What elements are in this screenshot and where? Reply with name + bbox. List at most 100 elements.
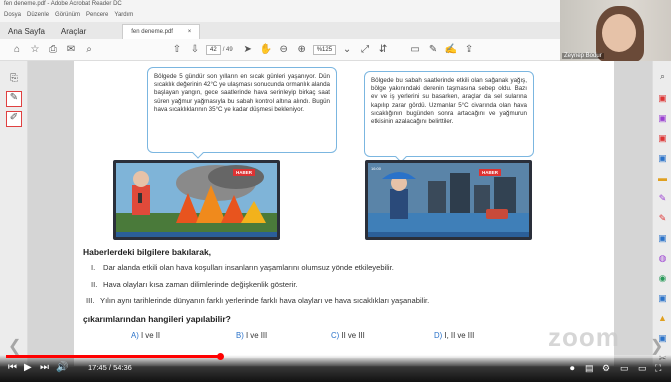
video-time: 17:45 / 54:36 bbox=[88, 363, 132, 372]
page-number-input[interactable]: 42 bbox=[206, 44, 221, 55]
pencil-icon[interactable]: ✐ bbox=[6, 111, 22, 127]
create-pdf-icon[interactable]: ▣ bbox=[657, 93, 668, 103]
statement-1: I. Dar alanda etkili olan hava koşulları … bbox=[91, 263, 394, 272]
menu-edit[interactable]: Düzenle bbox=[27, 12, 49, 20]
subtitles-icon[interactable]: ▤ bbox=[585, 362, 594, 374]
pen-icon[interactable]: ✎ bbox=[424, 44, 442, 55]
video-current-time: 17:45 bbox=[88, 363, 107, 372]
fit-page-icon[interactable]: ⤢ bbox=[356, 44, 374, 55]
prev-page-arrow-icon[interactable]: ❮ bbox=[8, 336, 21, 356]
next-video-icon[interactable]: ⏭ bbox=[40, 362, 49, 374]
main-toolbar: ⌂ ☆ ⎙ ✉ ⌕ ⇧ ⇩ 42 / 49 ➤ ✋ ⊖ ⊕ %125 ⌄ ⤢ ⇵… bbox=[0, 39, 560, 61]
participant-face bbox=[602, 14, 636, 52]
tv-news-badge-left: HABER bbox=[232, 169, 255, 176]
statement-3-number: III. bbox=[86, 296, 95, 305]
autoplay-toggle-icon[interactable]: ⏺ bbox=[570, 362, 575, 374]
statement-1-text: Dar alanda etkili olan hava koşulları in… bbox=[103, 263, 394, 272]
comment-icon[interactable]: ▭ bbox=[406, 44, 424, 55]
fullscreen-icon[interactable]: ⛶ bbox=[655, 362, 661, 374]
tab-close-icon[interactable]: × bbox=[188, 25, 192, 39]
statement-2: II. Hava olayları kısa zaman dilimlerinde… bbox=[91, 280, 298, 289]
participant-name: Zeynep Bodur bbox=[562, 53, 604, 59]
stamp-tool-icon[interactable]: ▲ bbox=[657, 313, 668, 323]
right-tool-rail: ⌕ ▣ ▣ ▣ ▣ ▬ ✎ ✎ ▣ ◍ ◉ ▣ ▲ ▣ ✂ bbox=[652, 61, 671, 366]
menu-help[interactable]: Yardım bbox=[114, 12, 133, 20]
select-cursor-icon[interactable]: ➤ bbox=[239, 44, 257, 55]
play-icon[interactable]: ▶ bbox=[24, 362, 32, 374]
tv-ticker-right bbox=[368, 232, 529, 237]
optimize-icon[interactable]: ◉ bbox=[657, 273, 668, 283]
question-stem: Haberlerdeki bilgilere bakılarak, bbox=[83, 247, 212, 257]
compare-icon[interactable]: ▣ bbox=[657, 293, 668, 303]
chevron-down-icon[interactable]: ⌄ bbox=[338, 44, 356, 55]
menu-view[interactable]: Görünüm bbox=[55, 12, 80, 20]
tv-flood-news: 16:00 HABER bbox=[365, 160, 532, 240]
option-c-letter: C) bbox=[331, 331, 340, 340]
comment-tool-icon[interactable]: ▬ bbox=[657, 173, 668, 183]
zoom-in-icon[interactable]: ⊕ bbox=[293, 44, 311, 55]
option-b-letter: B) bbox=[236, 331, 244, 340]
star-icon[interactable]: ☆ bbox=[26, 44, 44, 55]
edit-pdf-icon[interactable]: ▣ bbox=[657, 113, 668, 123]
flood-scene-illustration bbox=[368, 163, 529, 237]
statement-2-number: II. bbox=[91, 280, 98, 289]
zoom-tool-icon[interactable]: ⌕ bbox=[657, 71, 668, 81]
statement-3-text: Yılın aynı tarihlerinde dünyanın farklı … bbox=[100, 296, 430, 305]
tv-time-label: 16:00 bbox=[371, 166, 382, 171]
tab-document-label: fen deneme.pdf bbox=[131, 29, 173, 35]
option-a[interactable]: A) I ve II bbox=[131, 331, 160, 340]
menu-file[interactable]: Dosya bbox=[4, 12, 21, 20]
search-icon[interactable]: ⌕ bbox=[80, 44, 98, 55]
tv-news-badge-right: HABER bbox=[478, 169, 501, 176]
next-page-arrow-icon[interactable]: ❯ bbox=[650, 336, 663, 356]
mail-icon[interactable]: ✉ bbox=[62, 44, 80, 55]
tab-document[interactable]: fen deneme.pdf × bbox=[122, 24, 201, 39]
option-d[interactable]: D) I, II ve III bbox=[434, 331, 474, 340]
menu-window[interactable]: Pencere bbox=[86, 12, 108, 20]
volume-icon[interactable]: 🔊 bbox=[56, 362, 68, 374]
tv-fire-news: HABER bbox=[113, 160, 280, 240]
fill-sign-icon[interactable]: ✎ bbox=[657, 193, 668, 203]
protect-icon[interactable]: ✎ bbox=[657, 213, 668, 223]
window-title: fen deneme.pdf - Adobe Acrobat Reader DC bbox=[0, 0, 560, 10]
sign-icon[interactable]: ✍ bbox=[442, 44, 460, 55]
scan-icon[interactable]: ◍ bbox=[657, 253, 668, 263]
hand-icon[interactable]: ✋ bbox=[257, 44, 275, 55]
option-b-text: I ve III bbox=[245, 331, 268, 340]
question-prompt: çıkarımlarından hangileri yapılabilir? bbox=[83, 314, 231, 324]
stamp-icon[interactable]: ✎ bbox=[6, 91, 22, 107]
video-duration: 54:36 bbox=[113, 363, 132, 372]
zoom-out-icon[interactable]: ⊖ bbox=[275, 44, 293, 55]
menu-bar: Dosya Düzenle Görünüm Pencere Yardım bbox=[0, 10, 560, 22]
option-d-text: I, II ve III bbox=[444, 331, 475, 340]
settings-gear-icon[interactable]: ⚙ bbox=[602, 362, 610, 374]
organize-pages-icon[interactable]: ▣ bbox=[657, 153, 668, 163]
video-progress-track[interactable] bbox=[6, 353, 665, 360]
send-icon[interactable]: ▣ bbox=[657, 233, 668, 243]
left-tool-rail: ⎘ ✎ ✐ bbox=[0, 61, 28, 366]
statement-3: III. Yılın aynı tarihlerinde dünyanın far… bbox=[86, 296, 429, 305]
statement-1-number: I. bbox=[91, 263, 96, 272]
miniplayer-icon[interactable]: ▭ bbox=[620, 362, 629, 374]
statement-2-text: Hava olayları kısa zaman dilimlerinde de… bbox=[103, 280, 298, 289]
copy-icon[interactable]: ⎘ bbox=[6, 73, 22, 89]
page-down-icon[interactable]: ⇩ bbox=[186, 44, 204, 55]
zoom-watermark: zoom bbox=[548, 322, 620, 352]
tab-home[interactable]: Ana Sayfa bbox=[0, 24, 53, 39]
home-icon[interactable]: ⌂ bbox=[8, 44, 26, 55]
video-progress-fill bbox=[6, 355, 221, 358]
export-pdf-icon[interactable]: ▣ bbox=[657, 133, 668, 143]
tab-tools[interactable]: Araçlar bbox=[53, 24, 94, 39]
zoom-select[interactable]: %125 bbox=[312, 44, 337, 55]
news-bubble-left: Bölgede 5 gündür son yılların en sıcak g… bbox=[147, 67, 337, 153]
page-up-icon[interactable]: ⇧ bbox=[168, 44, 186, 55]
share-icon[interactable]: ⇪ bbox=[460, 44, 478, 55]
theater-mode-icon[interactable]: ▭ bbox=[638, 362, 647, 374]
print-icon[interactable]: ⎙ bbox=[44, 44, 62, 55]
scroll-mode-icon[interactable]: ⇵ bbox=[374, 44, 392, 55]
previous-video-icon[interactable]: ⏮ bbox=[8, 362, 17, 374]
option-a-letter: A) bbox=[131, 331, 139, 340]
option-a-text: I ve II bbox=[140, 331, 161, 340]
option-c[interactable]: C) II ve III bbox=[331, 331, 365, 340]
option-b[interactable]: B) I ve III bbox=[236, 331, 267, 340]
